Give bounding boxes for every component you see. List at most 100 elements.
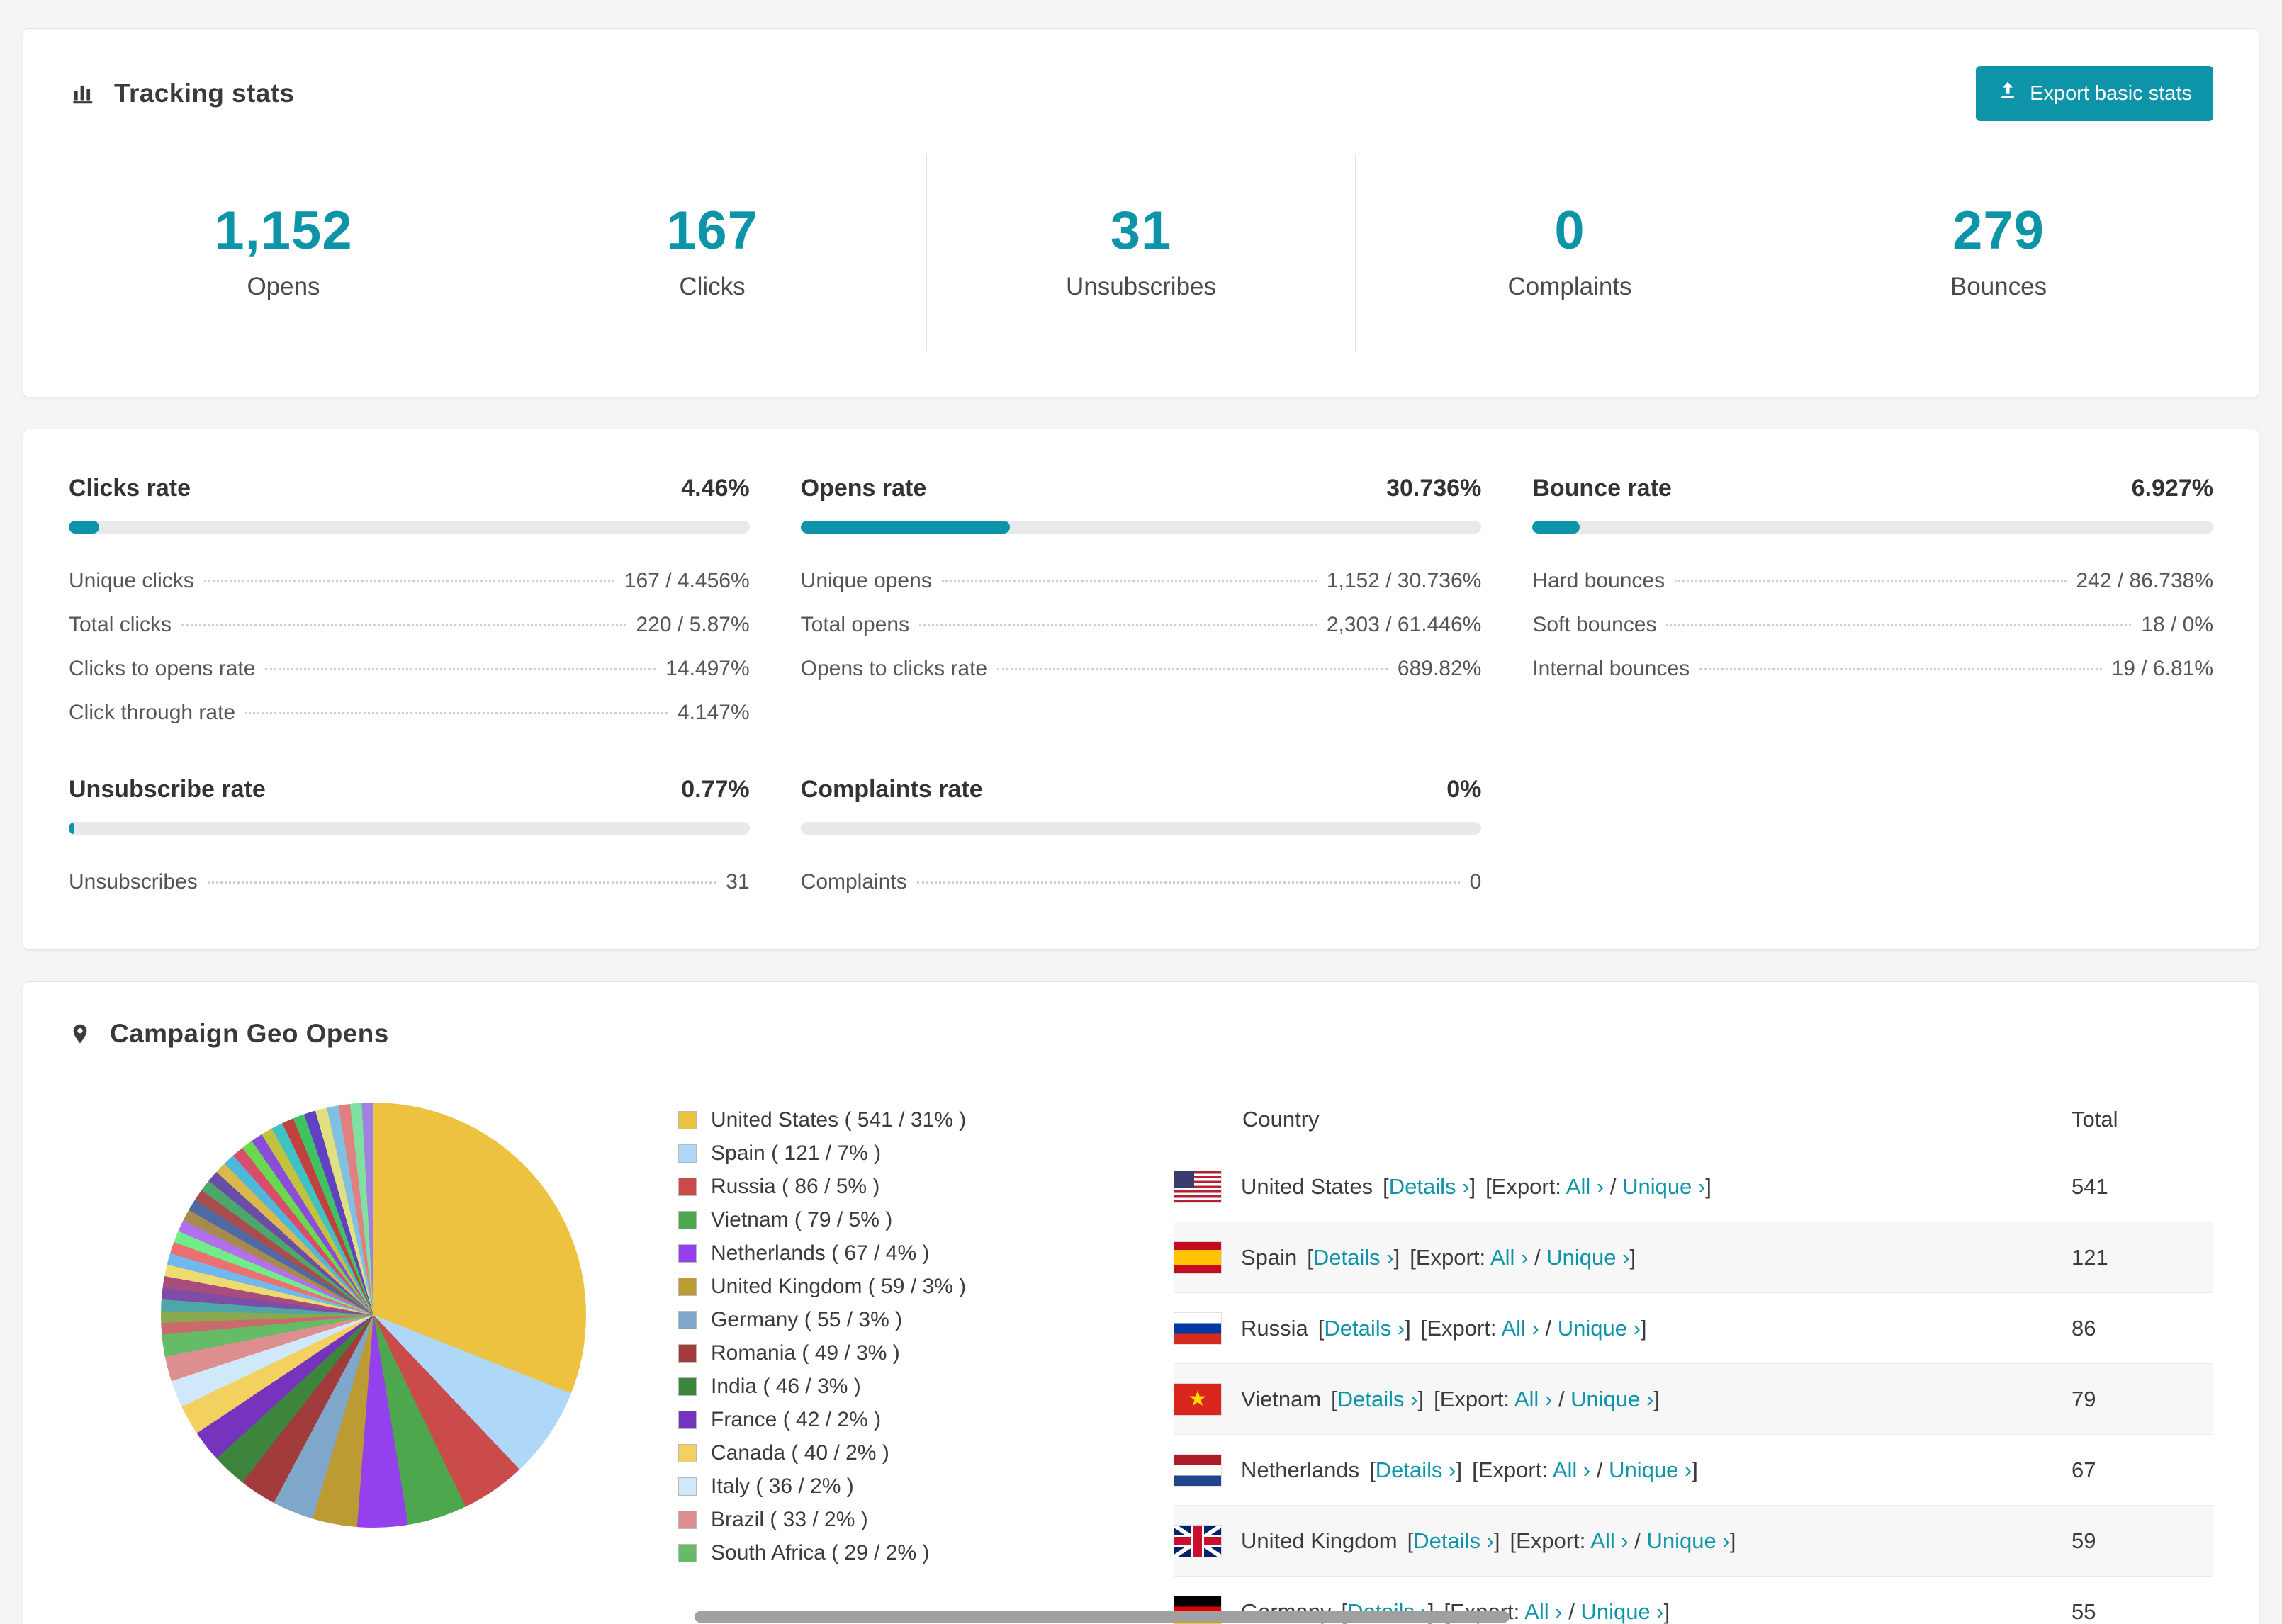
legend-item: Brazil ( 33 / 2% ) xyxy=(678,1508,1174,1532)
dotted-leader xyxy=(997,668,1388,670)
export-unique-link[interactable]: Unique › xyxy=(1622,1174,1705,1199)
export-all-link[interactable]: All › xyxy=(1566,1174,1604,1199)
export-unique-link[interactable]: Unique › xyxy=(1546,1245,1629,1270)
dotted-leader xyxy=(916,881,1460,884)
country-flag xyxy=(1174,1312,1221,1344)
metric-row: Total opens 2,303 / 61.446% xyxy=(801,603,1482,647)
country-name: Netherlands xyxy=(1241,1457,1360,1482)
country-flag xyxy=(1174,1525,1221,1557)
bracket: ] xyxy=(1629,1244,1636,1270)
stat-label: Complaints xyxy=(1507,273,1632,300)
dotted-leader xyxy=(265,668,656,670)
bracket: ] xyxy=(1469,1173,1476,1199)
tracking-stats-header: Tracking stats Export basic stats xyxy=(23,29,2259,154)
geo-table: Country Total United States [Details ›] … xyxy=(1174,1088,2213,1624)
table-row: Vietnam [Details ›] [Export: All › / Uni… xyxy=(1174,1364,2213,1435)
legend-swatch xyxy=(678,1344,697,1363)
dotted-leader xyxy=(919,624,1317,626)
export-all-link[interactable]: All › xyxy=(1501,1316,1539,1341)
rate-title: Unsubscribe rate xyxy=(69,776,266,803)
bracket: [ xyxy=(1407,1528,1414,1553)
metric-label: Total clicks xyxy=(69,613,172,636)
legend-label: India ( 46 / 3% ) xyxy=(711,1375,861,1398)
country-flag xyxy=(1174,1383,1221,1415)
legend-swatch xyxy=(678,1411,697,1429)
legend-label: Canada ( 40 / 2% ) xyxy=(711,1441,889,1465)
legend-item: Vietnam ( 79 / 5% ) xyxy=(678,1208,1174,1232)
export-all-link[interactable]: All › xyxy=(1590,1528,1628,1553)
details-link[interactable]: Details › xyxy=(1413,1528,1494,1553)
metric-row: Hard bounces 242 / 86.738% xyxy=(1532,559,2213,603)
metric-value: 242 / 86.738% xyxy=(2076,569,2214,592)
rate-value: 6.927% xyxy=(2131,475,2213,502)
geo-opens-header: Campaign Geo Opens xyxy=(23,982,2259,1081)
details-link[interactable]: Details › xyxy=(1376,1457,1456,1482)
metric-label: Unsubscribes xyxy=(69,870,198,893)
bracket: [ xyxy=(1383,1173,1389,1199)
metric-value: 1,152 / 30.736% xyxy=(1326,569,1482,592)
export-basic-stats-button[interactable]: Export basic stats xyxy=(1976,66,2213,121)
metric-value: 18 / 0% xyxy=(2141,613,2213,636)
export-icon xyxy=(1997,80,2018,107)
export-all-link[interactable]: All › xyxy=(1490,1245,1528,1270)
export-unique-link[interactable]: Unique › xyxy=(1580,1599,1663,1624)
progress-bar xyxy=(69,521,750,534)
progress-bar xyxy=(800,521,1482,534)
legend-item: France ( 42 / 2% ) xyxy=(678,1408,1174,1432)
details-link[interactable]: Details › xyxy=(1313,1245,1394,1270)
stat-value: 0 xyxy=(1554,201,1585,261)
legend-item: Canada ( 40 / 2% ) xyxy=(678,1441,1174,1465)
stat-value: 1,152 xyxy=(214,201,353,261)
bracket: ] xyxy=(1493,1528,1500,1553)
details-link[interactable]: Details › xyxy=(1389,1174,1470,1199)
export-all-link[interactable]: All › xyxy=(1514,1387,1552,1411)
stat-box: 31 Unsubscribes xyxy=(926,154,1356,351)
metric-label: Unique clicks xyxy=(69,569,194,592)
country-cell: United States [Details ›] [Export: All ›… xyxy=(1174,1171,2072,1202)
export-all-link[interactable]: All › xyxy=(1553,1457,1590,1482)
geo-pie-chart xyxy=(161,1103,586,1528)
country-total: 55 xyxy=(2072,1598,2096,1624)
table-row: United Kingdom [Details ›] [Export: All … xyxy=(1174,1506,2213,1577)
export-unique-link[interactable]: Unique › xyxy=(1609,1457,1692,1482)
export-unique-link[interactable]: Unique › xyxy=(1558,1316,1641,1341)
metric-row: Clicks to opens rate 14.497% xyxy=(69,647,750,691)
rate-metric-rows: Unique clicks 167 / 4.456% Total clicks … xyxy=(69,559,750,735)
bracket: ] xyxy=(1729,1528,1736,1553)
export-unique-link[interactable]: Unique › xyxy=(1570,1387,1653,1411)
details-link[interactable]: Details › xyxy=(1324,1316,1405,1341)
stat-box: 167 Clicks xyxy=(498,154,927,351)
bracket: [ xyxy=(1369,1457,1376,1482)
details-link[interactable]: Details › xyxy=(1337,1387,1418,1411)
metric-row: Complaints 0 xyxy=(801,860,1482,904)
country-total: 67 xyxy=(2072,1457,2096,1482)
metric-row: Unique clicks 167 / 4.456% xyxy=(69,559,750,603)
legend-swatch xyxy=(678,1477,697,1496)
rate-panel-head: Unsubscribe rate 0.77% xyxy=(69,776,750,803)
country-name: United States xyxy=(1241,1173,1373,1199)
stat-box: 1,152 Opens xyxy=(69,154,498,351)
stat-box: 279 Bounces xyxy=(1784,154,2213,351)
export-button-label: Export basic stats xyxy=(2030,81,2192,105)
separator: / xyxy=(1568,1598,1575,1624)
dotted-leader xyxy=(1675,580,2067,582)
export-all-link[interactable]: All › xyxy=(1524,1599,1562,1624)
legend-swatch xyxy=(678,1111,697,1129)
progress-bar xyxy=(69,822,750,835)
metric-label: Soft bounces xyxy=(1532,613,1657,636)
horizontal-scrollbar-thumb[interactable] xyxy=(695,1611,1510,1623)
legend-swatch xyxy=(678,1278,697,1296)
separator: / xyxy=(1634,1528,1641,1553)
stat-label: Unsubscribes xyxy=(1065,273,1217,300)
legend-item: Romania ( 49 / 3% ) xyxy=(678,1341,1174,1365)
bar-chart-icon xyxy=(69,80,96,107)
country-name: United Kingdom xyxy=(1241,1528,1398,1553)
metric-row: Unique opens 1,152 / 30.736% xyxy=(801,559,1482,603)
rate-panel-head: Clicks rate 4.46% xyxy=(69,475,750,502)
separator: / xyxy=(1534,1244,1541,1270)
export-unique-link[interactable]: Unique › xyxy=(1647,1528,1730,1553)
progress-bar-fill xyxy=(800,521,1010,534)
rate-value: 30.736% xyxy=(1386,475,1482,502)
metric-label: Hard bounces xyxy=(1532,569,1665,592)
table-row: Netherlands [Details ›] [Export: All › /… xyxy=(1174,1435,2213,1506)
